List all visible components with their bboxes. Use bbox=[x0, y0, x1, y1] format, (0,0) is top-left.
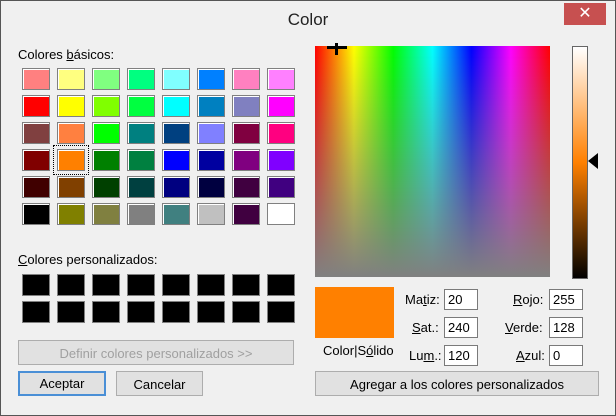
custom-colors-label: Colores personalizados: bbox=[18, 252, 158, 267]
color-preview bbox=[315, 287, 394, 338]
basic-color-swatch[interactable] bbox=[92, 95, 120, 117]
basic-color-swatch[interactable] bbox=[22, 176, 50, 198]
basic-color-swatch[interactable] bbox=[127, 176, 155, 198]
basic-color-swatch[interactable] bbox=[232, 203, 260, 225]
basic-color-swatch[interactable] bbox=[232, 176, 260, 198]
basic-color-swatch[interactable] bbox=[267, 149, 295, 171]
basic-color-swatch[interactable] bbox=[57, 176, 85, 198]
basic-color-swatch[interactable] bbox=[22, 122, 50, 144]
custom-color-swatch[interactable] bbox=[57, 301, 85, 323]
basic-color-swatch[interactable] bbox=[267, 95, 295, 117]
lum-label: Lum.: bbox=[409, 348, 442, 363]
basic-color-swatch[interactable] bbox=[127, 203, 155, 225]
close-button[interactable]: ✕ bbox=[564, 3, 606, 25]
lum-input[interactable]: 120 bbox=[444, 345, 478, 366]
custom-color-swatch[interactable] bbox=[22, 301, 50, 323]
basic-color-swatch[interactable] bbox=[197, 203, 225, 225]
color-solid-label: Color|Sólido bbox=[323, 343, 394, 358]
blue-label: Azul: bbox=[516, 348, 545, 363]
basic-color-swatch[interactable] bbox=[162, 68, 190, 90]
basic-color-swatch[interactable] bbox=[162, 203, 190, 225]
green-label: Verde: bbox=[505, 320, 543, 335]
color-spectrum[interactable] bbox=[315, 46, 550, 277]
hue-label: Matiz: bbox=[405, 292, 440, 307]
basic-color-swatch[interactable] bbox=[22, 68, 50, 90]
custom-color-swatch[interactable] bbox=[127, 301, 155, 323]
custom-color-swatch[interactable] bbox=[92, 301, 120, 323]
basic-color-swatch[interactable] bbox=[22, 203, 50, 225]
custom-color-swatch[interactable] bbox=[232, 301, 260, 323]
green-input[interactable]: 128 bbox=[549, 317, 583, 338]
basic-color-swatch[interactable] bbox=[92, 122, 120, 144]
sat-label: Sat.: bbox=[412, 320, 439, 335]
basic-color-swatch[interactable] bbox=[232, 68, 260, 90]
accept-button[interactable]: Aceptar bbox=[18, 371, 106, 396]
basic-color-swatch[interactable] bbox=[267, 68, 295, 90]
luminosity-slider[interactable] bbox=[572, 46, 588, 279]
custom-color-swatch[interactable] bbox=[267, 301, 295, 323]
custom-color-swatch[interactable] bbox=[162, 301, 190, 323]
basic-color-swatch[interactable] bbox=[197, 149, 225, 171]
custom-color-swatch[interactable] bbox=[92, 274, 120, 296]
basic-color-swatch[interactable] bbox=[197, 176, 225, 198]
define-custom-colors-button[interactable]: Definir colores personalizados >> bbox=[18, 340, 294, 365]
red-label: Rojo: bbox=[513, 292, 544, 307]
custom-color-swatch[interactable] bbox=[267, 274, 295, 296]
basic-color-swatch[interactable] bbox=[57, 203, 85, 225]
cancel-button[interactable]: Cancelar bbox=[116, 371, 203, 396]
basic-color-swatch[interactable] bbox=[57, 122, 85, 144]
basic-color-swatch[interactable] bbox=[22, 95, 50, 117]
basic-color-swatch[interactable] bbox=[162, 149, 190, 171]
dialog-title: Color bbox=[287, 10, 329, 29]
basic-color-swatch[interactable] bbox=[92, 203, 120, 225]
basic-color-swatch[interactable] bbox=[162, 95, 190, 117]
red-input[interactable]: 255 bbox=[549, 289, 583, 310]
basic-color-swatch[interactable] bbox=[197, 68, 225, 90]
selected-color-focus bbox=[53, 145, 89, 175]
basic-colors-label: Colores básicos: bbox=[18, 47, 115, 62]
hue-input[interactable]: 20 bbox=[444, 289, 478, 310]
custom-color-swatch[interactable] bbox=[22, 274, 50, 296]
basic-color-swatch[interactable] bbox=[267, 203, 295, 225]
custom-color-swatch[interactable] bbox=[162, 274, 190, 296]
basic-color-swatch[interactable] bbox=[232, 122, 260, 144]
basic-color-swatch[interactable] bbox=[127, 68, 155, 90]
basic-color-swatch[interactable] bbox=[92, 176, 120, 198]
basic-color-swatch[interactable] bbox=[162, 176, 190, 198]
custom-color-swatch[interactable] bbox=[57, 274, 85, 296]
basic-color-swatch[interactable] bbox=[127, 95, 155, 117]
basic-color-swatch[interactable] bbox=[92, 149, 120, 171]
basic-color-swatch[interactable] bbox=[57, 95, 85, 117]
add-to-custom-colors-button[interactable]: Agregar a los colores personalizados bbox=[315, 371, 599, 396]
basic-color-swatch[interactable] bbox=[22, 149, 50, 171]
basic-color-swatch[interactable] bbox=[267, 122, 295, 144]
crosshair-cursor bbox=[327, 43, 347, 55]
blue-input[interactable]: 0 bbox=[549, 345, 583, 366]
custom-color-swatch[interactable] bbox=[197, 274, 225, 296]
basic-color-swatch[interactable] bbox=[162, 122, 190, 144]
basic-color-swatch[interactable] bbox=[127, 149, 155, 171]
color-dialog: Color ✕ Colores básicos: Colores persona… bbox=[0, 0, 616, 416]
basic-color-swatch[interactable] bbox=[267, 176, 295, 198]
custom-color-swatch[interactable] bbox=[197, 301, 225, 323]
basic-color-swatch[interactable] bbox=[197, 95, 225, 117]
basic-color-swatch[interactable] bbox=[232, 95, 260, 117]
title-bar: Color ✕ bbox=[1, 1, 615, 39]
close-icon: ✕ bbox=[578, 5, 592, 22]
luminosity-arrow-icon[interactable] bbox=[588, 153, 598, 169]
basic-color-swatch[interactable] bbox=[232, 149, 260, 171]
basic-color-swatch[interactable] bbox=[57, 68, 85, 90]
basic-color-swatch[interactable] bbox=[92, 68, 120, 90]
custom-color-swatch[interactable] bbox=[127, 274, 155, 296]
basic-color-swatch[interactable] bbox=[127, 122, 155, 144]
custom-color-swatch[interactable] bbox=[232, 274, 260, 296]
sat-input[interactable]: 240 bbox=[444, 317, 478, 338]
basic-color-swatch[interactable] bbox=[197, 122, 225, 144]
